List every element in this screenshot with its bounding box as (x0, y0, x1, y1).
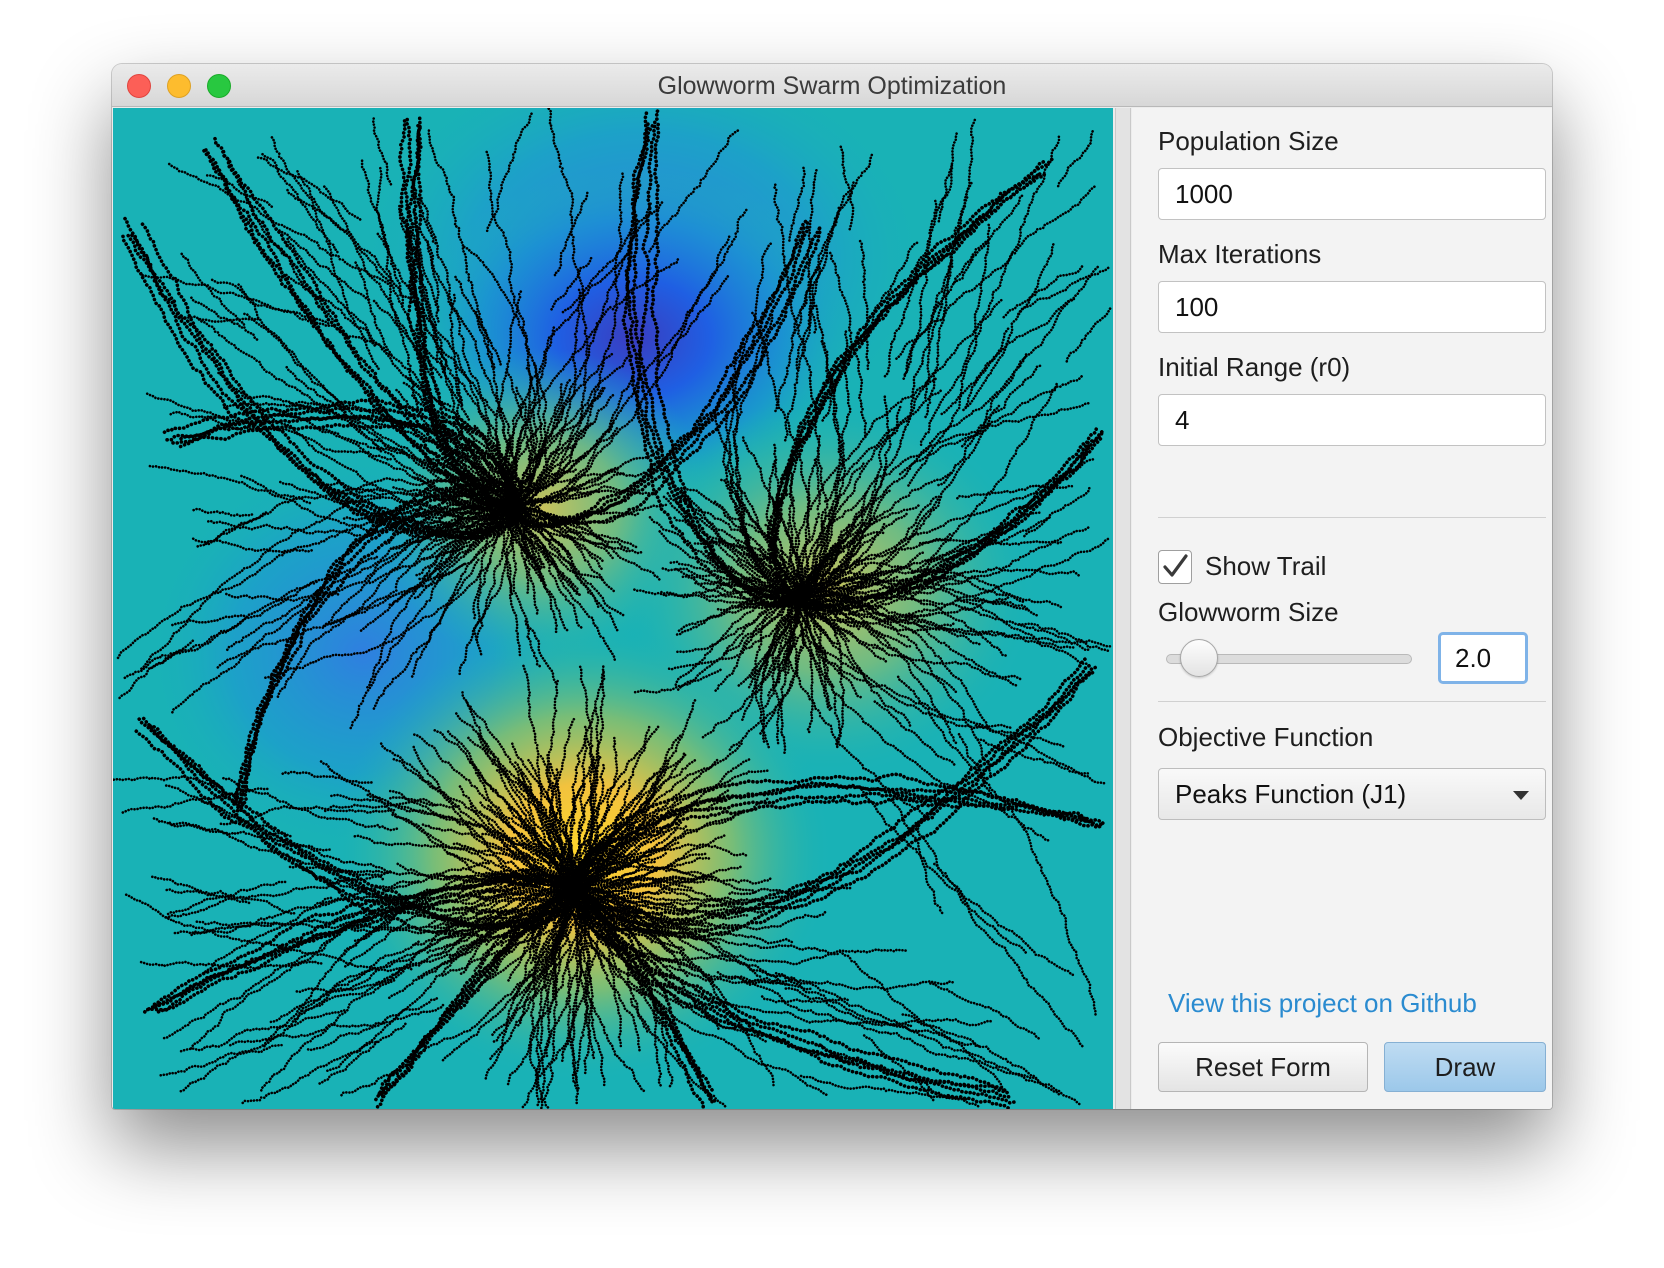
reset-form-button[interactable]: Reset Form (1158, 1042, 1368, 1092)
initial-range-label: Initial Range (r0) (1158, 352, 1351, 382)
swarm-convergence-point (566, 879, 584, 897)
population-size-label: Population Size (1158, 126, 1339, 156)
separator (1158, 701, 1546, 702)
window-title: Glowworm Swarm Optimization (657, 72, 1007, 100)
population-size-input[interactable] (1158, 168, 1546, 220)
chevron-down-icon (1513, 791, 1529, 800)
show-trail-label: Show Trail (1205, 551, 1327, 581)
settings-panel: Population Size Max Iterations Initial R… (1132, 108, 1552, 1109)
swarm-visualization (113, 108, 1113, 1109)
swarm-convergence-point (789, 589, 807, 607)
title-bar[interactable]: Glowworm Swarm Optimization (112, 64, 1552, 107)
separator (1158, 517, 1546, 518)
swarm-canvas[interactable] (113, 108, 1113, 1109)
objective-function-select[interactable]: Peaks Function (J1) (1158, 768, 1546, 820)
initial-range-input[interactable] (1158, 394, 1546, 446)
swarm-convergence-point (504, 499, 522, 517)
max-iterations-label: Max Iterations (1158, 239, 1322, 269)
checkmark-icon (1163, 554, 1188, 577)
glowworm-size-input[interactable] (1438, 632, 1528, 684)
app-window: Glowworm Swarm Optimization Population S… (112, 64, 1552, 1109)
objective-function-value: Peaks Function (J1) (1175, 779, 1407, 809)
glowworm-size-label: Glowworm Size (1158, 597, 1339, 627)
slider-thumb[interactable] (1180, 639, 1219, 677)
split-pane-divider[interactable] (1115, 108, 1131, 1109)
max-iterations-input[interactable] (1158, 281, 1546, 333)
github-link[interactable]: View this project on Github (1168, 988, 1477, 1019)
objective-function-label: Objective Function (1158, 722, 1374, 752)
show-trail-checkbox[interactable] (1158, 550, 1192, 584)
draw-button[interactable]: Draw (1384, 1042, 1546, 1092)
